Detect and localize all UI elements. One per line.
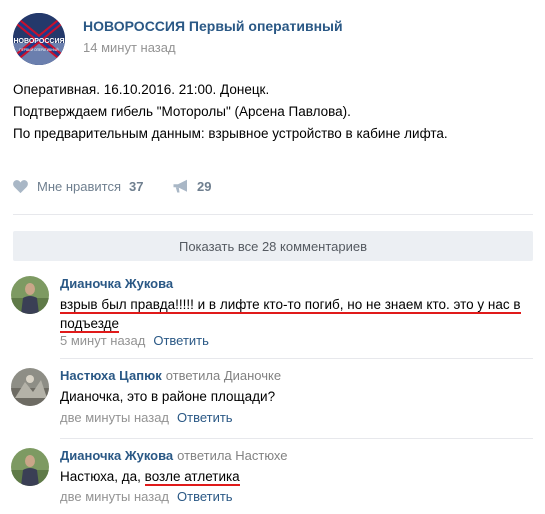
comment-header: Дианочка Жукова — [60, 276, 173, 291]
like-count: 37 — [129, 178, 144, 194]
comment-meta: две минуты назад Ответить — [60, 489, 233, 504]
svg-text:ПЕРВЫЙ ОПЕРАТИВНЫЙ: ПЕРВЫЙ ОПЕРАТИВНЫЙ — [19, 48, 59, 52]
user-photo-icon — [11, 276, 49, 314]
comment-author-link[interactable]: Дианочка Жукова — [60, 276, 173, 291]
divider — [60, 358, 533, 359]
comment-item: Дианочка Жукова взрыв был правда!!!!! и … — [11, 276, 536, 348]
divider — [13, 214, 533, 215]
comment-time[interactable]: 5 минут назад — [60, 333, 145, 348]
comment-header: Настюха Цапюк ответила Дианочке — [60, 368, 281, 383]
reply-button[interactable]: Ответить — [153, 333, 209, 348]
group-name-link[interactable]: НОВОРОССИЯ Первый оперативный — [83, 18, 343, 34]
comment-text-highlighted: возле атлетика — [144, 469, 240, 486]
megaphone-icon — [173, 179, 187, 192]
post-time[interactable]: 14 минут назад — [83, 40, 176, 55]
post-actions: Мне нравится 37 29 — [12, 176, 312, 196]
share-button[interactable]: 29 — [172, 176, 211, 196]
reply-to-label[interactable]: ответила Настюхе — [177, 448, 287, 463]
like-label: Мне нравится — [37, 178, 122, 194]
comment-header: Дианочка Жукова ответила Настюхе — [60, 448, 288, 463]
like-button[interactable]: Мне нравится 37 — [12, 176, 143, 196]
post-text-line: Подтверждаем гибель "Моторолы" (Арсена П… — [13, 104, 351, 119]
comment-author-link[interactable]: Настюха Цапюк — [60, 368, 162, 383]
comment-time[interactable]: две минуты назад — [60, 489, 169, 504]
avatar[interactable] — [11, 448, 49, 486]
post-text-line: По предварительным данным: взрывное устр… — [13, 126, 448, 141]
post-text: Оперативная. 16.10.2016. 21:00. Донецк. … — [13, 79, 533, 145]
comment-text: взрыв был правда!!!!! и в лифте кто-то п… — [60, 295, 536, 333]
reply-to-label[interactable]: ответила Дианочке — [166, 368, 281, 383]
reply-button[interactable]: Ответить — [177, 410, 233, 425]
comment-text-highlighted: подъезде — [60, 316, 120, 333]
comment-meta: две минуты назад Ответить — [60, 410, 233, 425]
group-avatar[interactable]: НОВОРОССИЯ ПЕРВЫЙ ОПЕРАТИВНЫЙ — [13, 13, 65, 65]
share-count: 29 — [197, 178, 212, 194]
user-photo-icon — [11, 368, 49, 406]
show-all-comments-button[interactable]: Показать все 28 комментариев — [13, 231, 533, 261]
comment-text: Настюха, да, возле атлетика — [60, 467, 536, 486]
comment-text-highlighted: взрыв был правда!!!!! и в лифте кто-то п… — [60, 297, 521, 314]
comment-author-link[interactable]: Дианочка Жукова — [60, 448, 173, 463]
divider — [60, 438, 533, 439]
novorossiya-flag-icon: НОВОРОССИЯ ПЕРВЫЙ ОПЕРАТИВНЫЙ — [13, 13, 65, 65]
post-text-line: Оперативная. 16.10.2016. 21:00. Донецк. — [13, 82, 270, 97]
user-photo-icon — [11, 448, 49, 486]
post-header: НОВОРОССИЯ ПЕРВЫЙ ОПЕРАТИВНЫЙ НОВОРОССИЯ… — [13, 13, 533, 69]
avatar[interactable] — [11, 368, 49, 406]
comment-item: Дианочка Жукова ответила Настюхе Настюха,… — [11, 448, 536, 508]
comment-meta: 5 минут назад Ответить — [60, 333, 209, 348]
comment-text-plain: Настюха, да, — [60, 469, 145, 484]
svg-text:НОВОРОССИЯ: НОВОРОССИЯ — [13, 38, 64, 45]
comment-time[interactable]: две минуты назад — [60, 410, 169, 425]
comment-item: Настюха Цапюк ответила Дианочке Дианочка,… — [11, 368, 536, 432]
heart-icon — [13, 180, 28, 194]
comment-text: Дианочка, это в районе площади? — [60, 389, 276, 404]
reply-button[interactable]: Ответить — [177, 489, 233, 504]
avatar[interactable] — [11, 276, 49, 314]
